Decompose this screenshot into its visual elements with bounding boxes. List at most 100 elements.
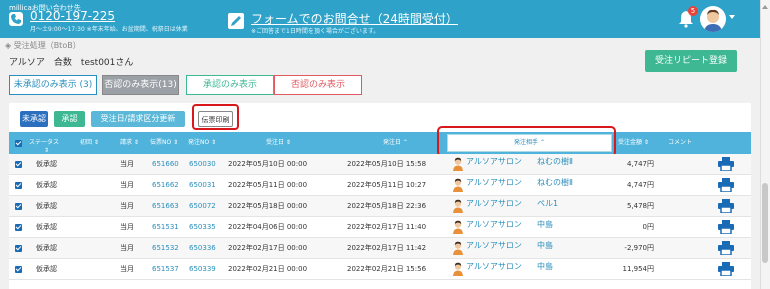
row-orderer-name-link[interactable]: アルソアサロン — [466, 241, 522, 251]
row-order-no-link[interactable]: 650335 — [189, 222, 216, 232]
header-comment: コメント — [668, 139, 693, 146]
header-order-no[interactable]: 発注NO ⇕ — [188, 132, 216, 154]
row-checkbox[interactable] — [15, 245, 22, 252]
scrollbar-thumb[interactable] — [762, 183, 768, 263]
row-orderer-name-link[interactable]: アルソアサロン — [466, 157, 522, 167]
contact-form-note: ※ご回答まで1日時間を頂く場合がございます。 — [251, 28, 380, 35]
row-orderer-branch-link[interactable]: 中島 — [537, 241, 553, 251]
row-orderer-name-link[interactable]: アルソアサロン — [466, 220, 522, 230]
update-order-date-button[interactable]: 受注日/請求区分更新 — [91, 111, 185, 127]
row-order-date: 2022年04月06日 00:00 — [228, 223, 308, 231]
person-icon — [453, 241, 463, 255]
tab-rejected-only[interactable]: 否認のみ表示 — [274, 75, 362, 95]
row-amount: 5,478円 — [626, 202, 654, 210]
row-order-no-link[interactable]: 650336 — [189, 243, 216, 253]
person-icon — [453, 262, 463, 276]
row-amount: -2,970円 — [624, 244, 654, 252]
row-order-date: 2022年02月21日 00:00 — [228, 265, 308, 273]
row-issue-date: 2022年05月11日 10:27 — [347, 181, 427, 189]
row-amount: 4,747円 — [626, 160, 654, 168]
row-order-date: 2022年05月10日 00:00 — [228, 160, 308, 168]
row-slip-no-link[interactable]: 651531 — [152, 222, 179, 232]
chevron-down-icon[interactable] — [729, 15, 735, 19]
printer-icon[interactable] — [718, 220, 734, 234]
row-status: 仮承認 — [36, 160, 57, 168]
printer-icon[interactable] — [718, 178, 734, 192]
row-orderer-branch-link[interactable]: 中島 — [537, 262, 553, 272]
row-orderer-branch-link[interactable]: 中島 — [537, 220, 553, 230]
row-status: 仮承認 — [36, 181, 57, 189]
header-first[interactable]: 初回 ⇕ — [80, 132, 99, 154]
row-bill: 当月 — [120, 223, 134, 231]
select-all-checkbox[interactable] — [15, 140, 22, 147]
approve-button[interactable]: 承認 — [54, 111, 85, 127]
header-order-date[interactable]: 受注日 ⇕ — [266, 132, 291, 154]
row-amount: 0円 — [642, 223, 654, 231]
row-slip-no-link[interactable]: 651662 — [152, 180, 179, 190]
row-amount: 11,954円 — [622, 265, 655, 273]
row-orderer-name-link[interactable]: アルソアサロン — [466, 199, 522, 209]
row-order-date: 2022年02月17日 00:00 — [228, 244, 308, 252]
row-order-no-link[interactable]: 650031 — [189, 180, 216, 190]
printer-icon[interactable] — [718, 262, 734, 276]
row-status: 仮承認 — [36, 244, 57, 252]
person-icon — [453, 157, 463, 171]
row-orderer-branch-link[interactable]: ペル1 — [537, 199, 558, 209]
row-order-date: 2022年05月11日 00:00 — [228, 181, 308, 189]
row-slip-no-link[interactable]: 651663 — [152, 201, 179, 211]
tab-approved-only[interactable]: 承認のみ表示 — [186, 75, 274, 95]
row-slip-no-link[interactable]: 651660 — [152, 159, 179, 169]
row-status: 仮承認 — [36, 202, 57, 210]
mark-pending-button[interactable]: 未承認 — [20, 111, 48, 127]
row-status: 仮承認 — [36, 265, 57, 273]
person-icon — [453, 178, 463, 192]
header-issue-date[interactable]: 発注日 ⌃ — [383, 132, 408, 154]
row-issue-date: 2022年05月18日 22:36 — [347, 202, 427, 210]
row-orderer-branch-link[interactable]: ねむの樹Ⅱ — [537, 178, 573, 188]
row-order-no-link[interactable]: 650072 — [189, 201, 216, 211]
row-bill: 当月 — [120, 244, 134, 252]
scroll-up-icon[interactable] — [762, 5, 768, 9]
row-checkbox[interactable] — [15, 266, 22, 273]
row-orderer-branch-link[interactable]: ねむの樹Ⅱ — [537, 157, 573, 167]
row-status: 仮承認 — [36, 223, 57, 231]
printer-icon[interactable] — [718, 241, 734, 255]
row-checkbox[interactable] — [15, 161, 22, 168]
row-issue-date: 2022年02月17日 11:40 — [347, 223, 427, 231]
row-checkbox[interactable] — [15, 224, 22, 231]
highlight-box-print — [192, 104, 239, 130]
row-bill: 当月 — [120, 202, 134, 210]
repeat-order-button[interactable]: 受注リピート登録 — [645, 50, 737, 72]
row-orderer-name-link[interactable]: アルソアサロン — [466, 262, 522, 272]
row-slip-no-link[interactable]: 651537 — [152, 264, 179, 274]
row-order-no-link[interactable]: 650030 — [189, 159, 216, 169]
printer-icon[interactable] — [718, 157, 734, 171]
row-bill: 当月 — [120, 181, 134, 189]
row-slip-no-link[interactable]: 651532 — [152, 243, 179, 253]
row-bill: 当月 — [120, 160, 134, 168]
phone-hours: 月〜土9:00〜17:30 ※年末年始、お盆期間、祝祭日は休業 — [30, 26, 188, 33]
person-icon — [453, 199, 463, 213]
row-orderer-name-link[interactable]: アルソアサロン — [466, 178, 522, 188]
header-slip-no[interactable]: 伝票NO ⇕ — [150, 132, 178, 154]
notification-badge: 5 — [688, 6, 698, 16]
tab-pending-only[interactable]: 未承認のみ表示 (3) — [9, 75, 97, 95]
phone-number-link[interactable]: 0120-197-225 — [30, 9, 115, 23]
phone-icon — [9, 12, 23, 26]
breadcrumb: ◈ 受注処理（BtoB） — [5, 41, 81, 50]
tab-rejected-count[interactable]: 否認のみ表示(13) — [102, 75, 179, 95]
printer-icon[interactable] — [718, 199, 734, 213]
top-bar: millicaお問い合わせ先 0120-197-225 月〜土9:00〜17:3… — [0, 0, 760, 38]
row-issue-date: 2022年02月17日 11:42 — [347, 244, 427, 252]
person-icon — [453, 220, 463, 234]
row-bill: 当月 — [120, 265, 134, 273]
header-bill[interactable]: 請求 ⇕ — [120, 132, 139, 154]
row-order-no-link[interactable]: 650339 — [189, 264, 216, 274]
row-checkbox[interactable] — [15, 203, 22, 210]
contact-form-link[interactable]: フォームでのお問合せ（24時間受付） — [251, 10, 458, 27]
row-checkbox[interactable] — [15, 182, 22, 189]
pencil-icon — [228, 13, 244, 29]
header-amount[interactable]: 受注金額 ⇕ — [618, 132, 649, 154]
row-amount: 4,747円 — [626, 181, 654, 189]
user-avatar[interactable] — [700, 6, 726, 32]
